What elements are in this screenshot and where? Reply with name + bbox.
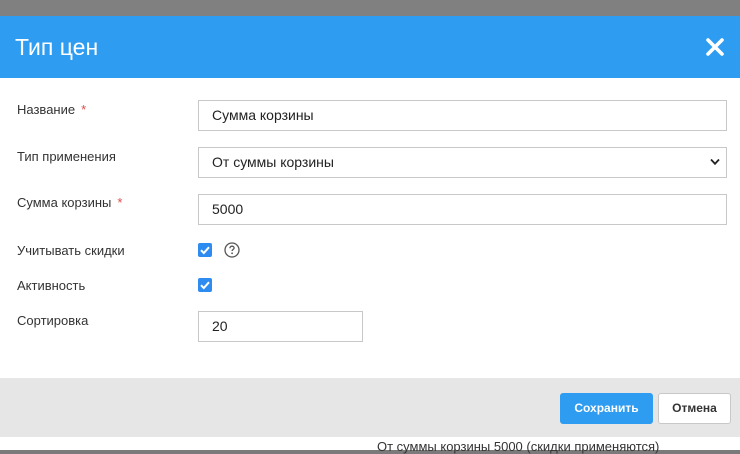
consider-discounts-label: Учитывать скидки	[17, 243, 125, 258]
apply-type-selected: От суммы корзины	[212, 154, 334, 170]
close-icon[interactable]	[705, 37, 725, 57]
backdrop-top	[0, 0, 740, 16]
backdrop-text: От суммы корзины 5000 (скидки применяютс…	[377, 439, 660, 454]
cancel-button[interactable]: Отмена	[658, 393, 731, 424]
consider-discounts-checkbox[interactable]	[198, 243, 212, 257]
name-label: Название *	[17, 102, 87, 117]
dialog-body: Название * Сумма корзины Тип применения О…	[0, 78, 740, 378]
chevron-down-icon	[710, 158, 720, 166]
required-mark: *	[81, 102, 87, 117]
active-checkbox[interactable]	[198, 278, 212, 292]
question-circle-icon[interactable]	[224, 242, 240, 258]
sort-input[interactable]: 20	[198, 311, 363, 342]
apply-type-label: Тип применения	[17, 149, 116, 164]
sort-label: Сортировка	[17, 313, 89, 328]
active-label: Активность	[17, 278, 86, 293]
dialog-header: Тип цен	[0, 16, 740, 78]
dialog-title: Тип цен	[15, 34, 99, 60]
save-button[interactable]: Сохранить	[560, 393, 653, 424]
apply-type-select[interactable]: От суммы корзины	[198, 147, 727, 178]
dialog-footer: Сохранить Отмена	[0, 378, 740, 437]
price-type-dialog: Тип цен Название * Сумма корзины Тип прим…	[0, 16, 740, 437]
name-input[interactable]: Сумма корзины	[198, 100, 727, 131]
cart-sum-input[interactable]: 5000	[198, 194, 727, 225]
required-mark: *	[117, 195, 123, 210]
check-icon	[200, 246, 210, 255]
cart-sum-label: Сумма корзины *	[17, 195, 123, 210]
check-icon	[200, 281, 210, 290]
